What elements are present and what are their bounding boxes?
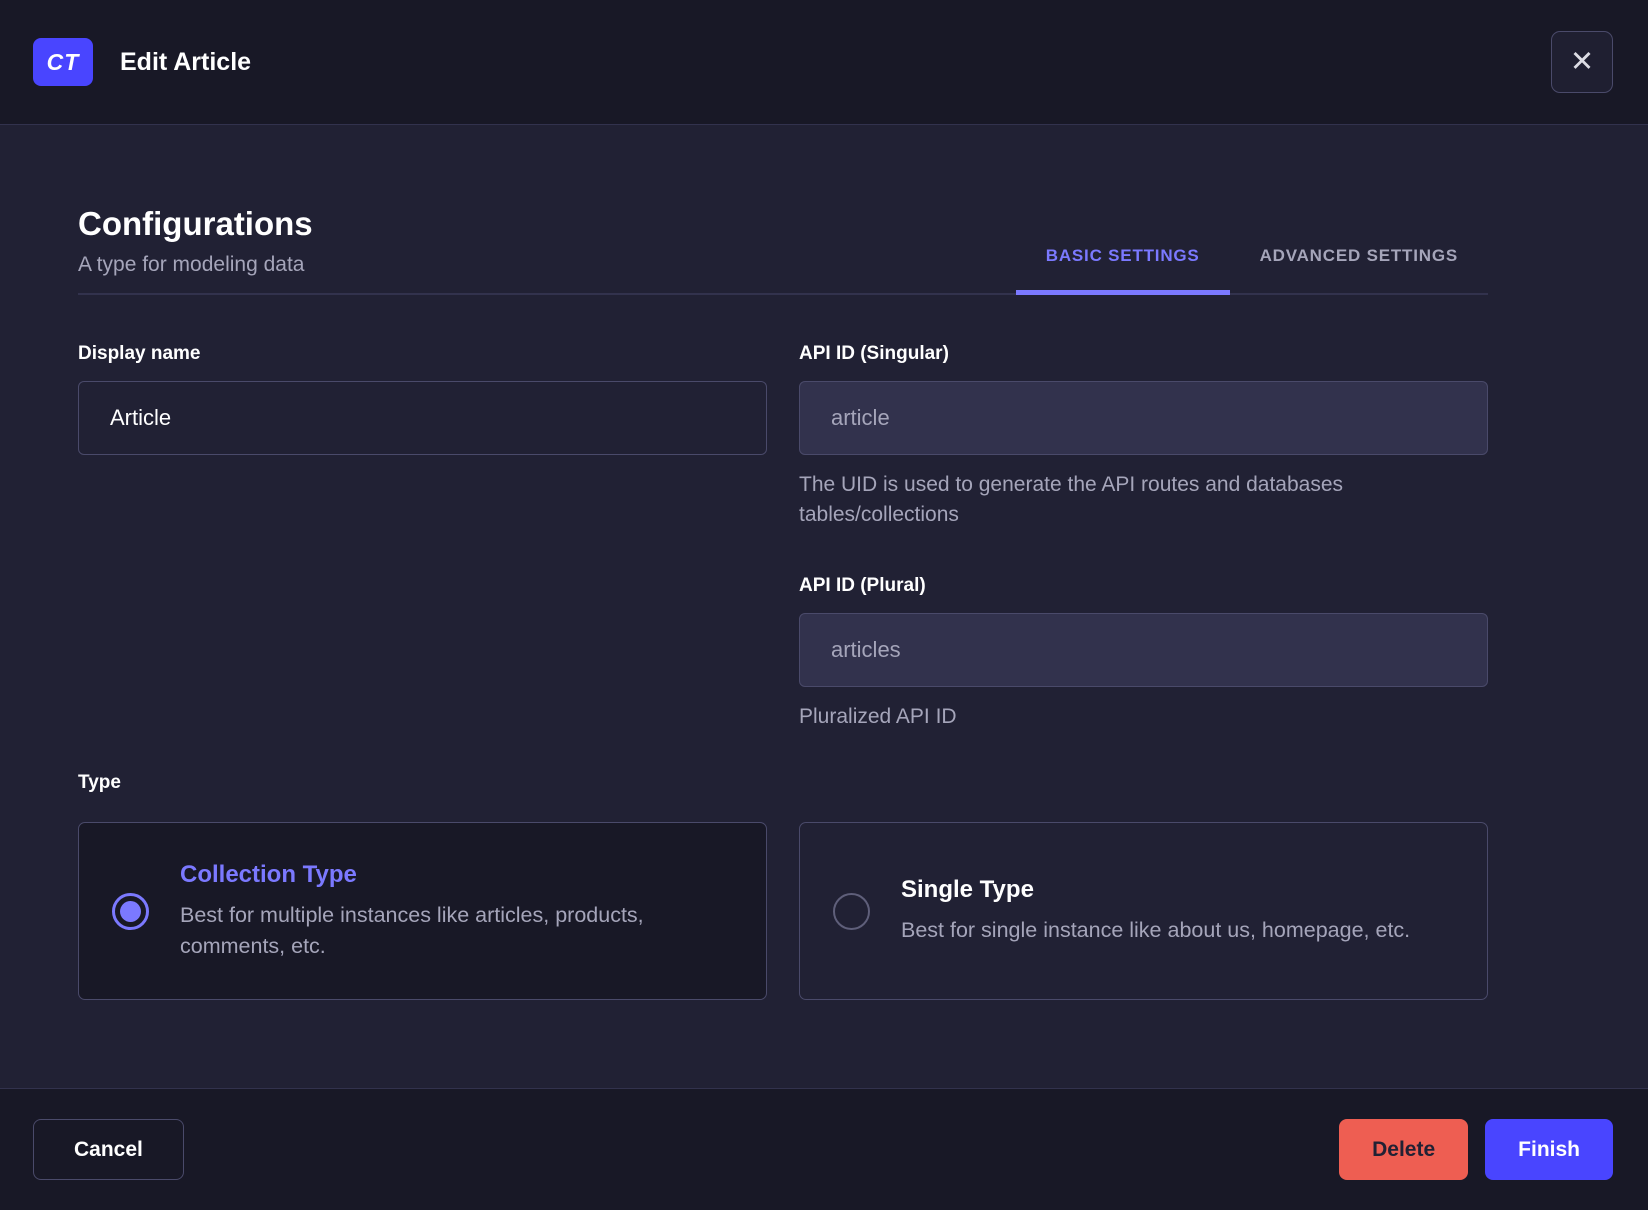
modal-body: Configurations A type for modeling data … — [0, 125, 1648, 1088]
api-id-plural-label: API ID (Plural) — [799, 574, 926, 596]
type-option-description: Best for multiple instances like article… — [180, 902, 644, 958]
display-name-input[interactable] — [78, 381, 767, 455]
modal-title: Edit Article — [120, 47, 252, 76]
tab-basic-settings[interactable]: BASIC SETTINGS — [1015, 246, 1230, 295]
configuration-form: Display name API ID (Singular) The UID i… — [78, 343, 1488, 732]
footer-actions: Delete Finish — [1339, 1119, 1613, 1180]
api-id-plural-input[interactable] — [799, 612, 1488, 687]
modal-header: CT Edit Article ✕ — [0, 0, 1648, 125]
intro-row: Configurations A type for modeling data … — [78, 205, 1488, 295]
type-option-description: Best for single instance like about us, … — [901, 918, 1411, 943]
type-option-single-type[interactable]: Single Type Best for single instance lik… — [799, 822, 1488, 1001]
radio-selected-icon[interactable] — [112, 892, 149, 930]
content-type-badge: CT — [33, 38, 93, 86]
type-option-title: Single Type — [901, 876, 1034, 904]
page-title: Configurations — [78, 205, 313, 242]
api-id-plural-hint: Pluralized API ID — [799, 704, 957, 728]
form-column-right: API ID (Singular) The UID is used to gen… — [799, 343, 1488, 732]
display-name-field: Display name — [78, 343, 767, 455]
type-option-content: Single Type Best for single instance lik… — [901, 876, 1410, 946]
type-option-collection-type[interactable]: Collection Type Best for multiple instan… — [78, 822, 767, 1001]
settings-tabs: BASIC SETTINGS ADVANCED SETTINGS — [1015, 246, 1488, 295]
close-button[interactable]: ✕ — [1551, 31, 1613, 93]
radio-unselected-icon[interactable] — [833, 892, 870, 930]
api-id-singular-label: API ID (Singular) — [799, 343, 949, 364]
type-label: Type — [78, 772, 121, 794]
api-id-plural-field: API ID (Plural) Pluralized API ID — [799, 575, 1488, 732]
api-id-singular-input[interactable] — [799, 381, 1488, 455]
finish-button[interactable]: Finish — [1485, 1119, 1613, 1180]
page-subtitle: A type for modeling data — [78, 253, 305, 276]
type-section: Type Collection Type Best for multiple i… — [78, 772, 1488, 1001]
delete-button[interactable]: Delete — [1339, 1119, 1469, 1180]
type-option-content: Collection Type Best for multiple instan… — [180, 861, 736, 962]
type-option-title: Collection Type — [180, 860, 357, 888]
close-icon: ✕ — [1569, 45, 1595, 78]
tab-advanced-settings[interactable]: ADVANCED SETTINGS — [1230, 246, 1488, 295]
edit-article-modal: CT Edit Article ✕ Configurations A type … — [0, 0, 1648, 1210]
cancel-button[interactable]: Cancel — [33, 1119, 184, 1180]
type-options: Collection Type Best for multiple instan… — [78, 822, 1488, 1001]
content-type-badge-label: CT — [46, 48, 80, 75]
api-id-singular-field: API ID (Singular) The UID is used to gen… — [799, 343, 1488, 531]
display-name-label: Display name — [78, 343, 201, 364]
modal-footer: Cancel Delete Finish — [0, 1088, 1648, 1210]
api-id-singular-hint: The UID is used to generate the API rout… — [799, 473, 1344, 527]
form-column-left: Display name — [78, 343, 767, 732]
intro-text: Configurations A type for modeling data — [78, 205, 313, 293]
